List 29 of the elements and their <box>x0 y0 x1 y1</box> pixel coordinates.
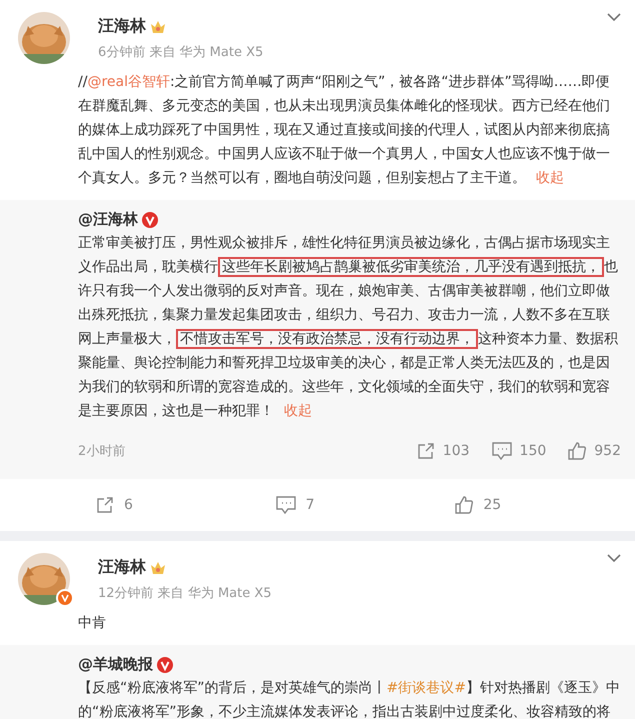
post-time: 2小时前 <box>78 443 126 460</box>
repost-text: 正常审美被打压，男性观众被排斥，雄性化特征男演员被边缘化，古偶占据市场现实主义作品出局，耽美横行 这些年长剧被鸠占鹊巢被低劣审美统治，几乎没有遇到抵抗， 也许只有我一个人发出微弱的反对声音。现在，娘炮审美、古偶审美被群嘲，他们立即做出殊死抵抗，集聚力量发起集团攻击，组织力、号召力、攻击力一流，人数不多在互联网上声量极大， 不惜攻击军号，没有政治禁忌，没有行动边界， 这种资本力量、数据积聚能量、舆论控制能力和誓死捍卫垃圾审美的决心，都是正常人类无法匹及的，也是因为我们的软弱和所谓的宽容造成的。这些年，文化领域的全面失守，我们的软弱和宽容是主要原因，这也是一种犯罪！ 收起 <box>78 234 619 421</box>
repost-author[interactable]: @羊城晚报 <box>78 655 153 674</box>
thumbs-up-icon[interactable] <box>568 442 586 460</box>
post-meta: 12分钟前 来自 华为 Mate X5 <box>98 585 273 602</box>
crown-badge-icon <box>150 560 166 576</box>
like-count: 25 <box>483 497 502 513</box>
comment-count: 150 <box>520 443 546 459</box>
crown-badge-icon <box>150 18 166 34</box>
comment-count: 7 <box>306 497 315 513</box>
repost-count: 103 <box>442 443 470 459</box>
chevron-down-icon[interactable] <box>607 12 621 22</box>
post-text: 中肯 <box>78 614 107 633</box>
like-count: 952 <box>594 443 621 459</box>
post-text: //@real谷智轩:之前官方简单喊了两声“阳刚之气”，被各路“进步群体”骂得呦……即便在群魔乱舞、多元变态的美国，也从未出现男演员集体雌化的怪现状。西方已经在他们的媒体上成功踩死了中国男性，现在又通过直接或间接的代理人，试图从内部来彻底搞乱中国人的性别观念。中国男人应该不耻于做一个真男人，中国女人也应该不愧于做一个真女人。多元？当然可以有，圈地自萌没问题，但别妄想占了主干道。 收起 <box>78 73 611 188</box>
user-name[interactable]: 汪海林 <box>98 16 146 37</box>
share-icon[interactable] <box>96 496 114 514</box>
comment-icon[interactable] <box>276 496 296 514</box>
user-name[interactable]: 汪海林 <box>98 557 146 578</box>
share-icon[interactable] <box>416 442 435 460</box>
repost-text: 【反感“粉底液将军”的背后，是对英雄气的崇尚丨#街谈巷议#】针对热播剧《逐玉》中的“粉底液将军”形象，不少主流媒体发表评论，指出古装剧中过度柔化、妆容精致的将 <box>78 679 620 719</box>
post-meta: 6分钟前 来自 华为 Mate X5 <box>98 44 264 61</box>
chevron-down-icon[interactable] <box>607 553 621 563</box>
verified-icon <box>157 656 173 672</box>
repost-count: 6 <box>124 497 133 513</box>
thumbs-up-icon[interactable] <box>455 496 474 514</box>
repost-author[interactable]: @汪海林 <box>78 210 138 229</box>
comment-icon[interactable] <box>492 442 512 460</box>
verified-icon <box>142 212 158 228</box>
